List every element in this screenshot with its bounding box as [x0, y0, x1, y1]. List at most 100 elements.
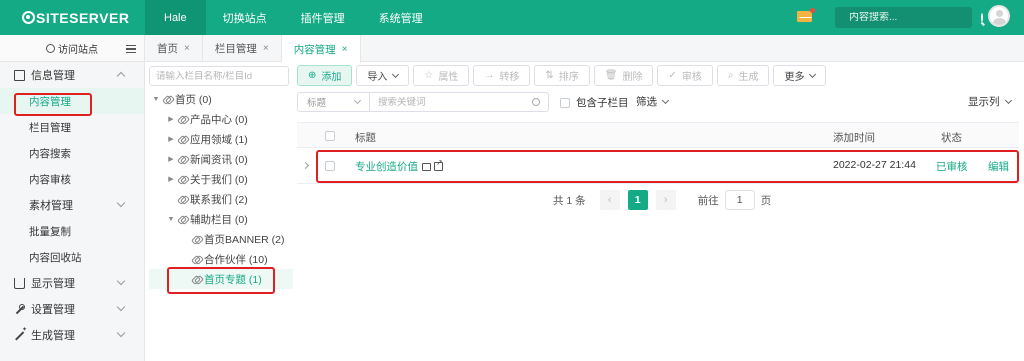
expand-arrow-icon[interactable]: ▶: [166, 135, 176, 143]
filter-label: 筛选: [636, 96, 657, 108]
expand-arrow-icon[interactable]: ▼: [166, 216, 176, 223]
expand-arrow-icon[interactable]: ▶: [166, 115, 176, 123]
sidebar-item-content-audit[interactable]: 内容审核: [0, 166, 144, 192]
sidebar-item-channel-management[interactable]: 栏目管理: [0, 114, 144, 140]
tab-channel-management[interactable]: 栏目管理 ×: [203, 35, 282, 62]
chevron-down-icon: [1004, 96, 1012, 104]
button-label: 更多: [784, 72, 805, 83]
nav-switch-site[interactable]: 切换站点: [206, 0, 284, 35]
attributes-button[interactable]: ☆ 属性: [413, 65, 470, 86]
tree-search-input[interactable]: [156, 70, 282, 82]
tab-home[interactable]: 首页 ×: [145, 35, 203, 62]
page-number-current[interactable]: 1: [627, 190, 648, 210]
close-icon[interactable]: ×: [184, 43, 190, 54]
edit-icon: [14, 69, 25, 81]
nav-plugin-management[interactable]: 插件管理: [284, 0, 362, 35]
chevron-down-icon: [116, 328, 126, 338]
tree-node-home-banner[interactable]: 首页BANNER (2): [180, 229, 285, 249]
tab-label: 内容管理: [293, 43, 336, 56]
select-value: 标题: [307, 98, 327, 109]
more-button[interactable]: 更多: [773, 65, 827, 86]
user-avatar[interactable]: [988, 5, 1010, 27]
menu-group-settings-management[interactable]: 设置管理: [0, 296, 144, 322]
nav-site-hale[interactable]: Hale: [145, 0, 206, 35]
row-expand-icon[interactable]: [301, 161, 310, 170]
delete-button[interactable]: 🗑 删除: [593, 65, 654, 86]
tree-node-news[interactable]: ▶ 新闻资讯 (0): [166, 149, 248, 169]
image-icon: [422, 162, 431, 171]
import-button[interactable]: 导入: [356, 65, 410, 86]
search-icon[interactable]: [981, 13, 983, 22]
close-icon[interactable]: ×: [263, 43, 269, 54]
include-subchannels[interactable]: 包含子栏目: [560, 95, 629, 110]
tree-node-about[interactable]: ▶ 关于我们 (0): [166, 169, 247, 189]
tree-node-label: 产品中心 (0): [190, 113, 248, 126]
menu-toggle-icon[interactable]: [126, 45, 136, 53]
expand-arrow-icon[interactable]: ▼: [151, 96, 161, 103]
visit-site-link[interactable]: 访问站点: [58, 41, 98, 56]
menu-group-generate-management[interactable]: 生成管理: [0, 322, 144, 348]
nav-system-management[interactable]: 系统管理: [362, 0, 440, 35]
button-label: 排序: [558, 72, 579, 83]
goto-page-input[interactable]: 1: [724, 190, 755, 210]
goto-page-value: 1: [736, 194, 743, 206]
sidebar-item-content-management[interactable]: 内容管理: [0, 88, 144, 114]
row-checkbox[interactable]: [325, 161, 335, 171]
tree-node-label: 首页BANNER (2): [204, 233, 285, 246]
menu-group-display-management[interactable]: 显示管理: [0, 270, 144, 296]
menu-group-info-management[interactable]: 信息管理: [0, 62, 144, 88]
tree-node-products[interactable]: ▶ 产品中心 (0): [166, 109, 248, 129]
column-header-added-time[interactable]: 添加时间: [833, 130, 875, 145]
audit-button[interactable]: ✓ 审核: [657, 65, 713, 86]
next-page-button[interactable]: ›: [655, 190, 676, 210]
add-button[interactable]: ⊕ 添加: [297, 65, 353, 86]
link-icon: [178, 195, 187, 204]
menu-group-material-management[interactable]: 素材管理: [0, 192, 144, 218]
edit-link[interactable]: 编辑: [988, 159, 1009, 174]
tree-node-auxiliary[interactable]: ▼ 辅助栏目 (0): [166, 209, 248, 229]
generate-button[interactable]: ⌕ 生成: [716, 65, 770, 86]
expand-arrow-icon[interactable]: ▶: [166, 155, 176, 163]
sort-button[interactable]: ⇅ 排序: [534, 65, 590, 86]
wrench-icon: [14, 303, 25, 315]
close-icon[interactable]: ×: [342, 44, 348, 55]
search-field-select[interactable]: 标题: [297, 92, 369, 112]
visit-site-row: 访问站点: [0, 35, 144, 62]
prev-page-button[interactable]: ‹: [599, 190, 620, 210]
content-search-input[interactable]: [849, 12, 981, 23]
external-link-icon[interactable]: [434, 158, 443, 171]
button-label: 属性: [438, 72, 459, 83]
table-row: 专业创造价值 2022-02-27 21:44 已审核 编辑: [297, 148, 1019, 184]
total-count: 共 1 条: [553, 194, 586, 207]
tree-node-label: 新闻资讯 (0): [190, 153, 248, 166]
keyword-input[interactable]: [378, 96, 532, 108]
column-header-status[interactable]: 状态: [941, 130, 962, 145]
sidebar-item-batch-copy[interactable]: 批量复制: [0, 218, 144, 244]
filter-dropdown[interactable]: 筛选: [636, 94, 670, 109]
tab-content-management[interactable]: 内容管理 ×: [281, 35, 361, 63]
content-title-link[interactable]: 专业创造价值: [355, 158, 443, 174]
shirt-icon: [14, 277, 25, 289]
tree-node-partners[interactable]: 合作伙伴 (10): [180, 249, 268, 269]
include-subchannels-checkbox[interactable]: [560, 97, 570, 108]
tree-node-home[interactable]: ▼ 首页 (0): [151, 89, 212, 109]
sidebar-item-recycle-bin[interactable]: 内容回收站: [0, 244, 144, 270]
expand-arrow-icon[interactable]: ▶: [166, 175, 176, 183]
check-circle-icon: ✓: [668, 70, 677, 81]
move-button[interactable]: → 转移: [473, 65, 531, 86]
select-all-checkbox[interactable]: [325, 131, 335, 141]
tree-node-applications[interactable]: ▶ 应用领域 (1): [166, 129, 247, 149]
siteserver-logo[interactable]: SITESERVER: [0, 0, 145, 35]
mail-icon[interactable]: [797, 8, 815, 22]
tree-node-label: 合作伙伴 (10): [204, 253, 268, 266]
content-title-text: 专业创造价值: [355, 161, 418, 173]
added-time-cell: 2022-02-27 21:44: [833, 159, 916, 171]
search-icon[interactable]: [532, 98, 540, 106]
pagination: 共 1 条 ‹ 1 › 前往 1 页: [553, 190, 771, 210]
tree-node-contact[interactable]: 联系我们 (2): [166, 189, 248, 209]
column-header-title[interactable]: 标题: [355, 130, 376, 145]
sidebar-item-content-search[interactable]: 内容搜索: [0, 140, 144, 166]
display-columns-dropdown[interactable]: 显示列: [968, 94, 1012, 109]
channel-tree-panel: ▼ 首页 (0) ▶ 产品中心 (0) ▶ 应用领域 (1) ▶ 新闻资讯 (0) ▶ 关…: [145, 62, 293, 361]
tree-node-home-topic[interactable]: 首页专题 (1): [149, 269, 293, 289]
